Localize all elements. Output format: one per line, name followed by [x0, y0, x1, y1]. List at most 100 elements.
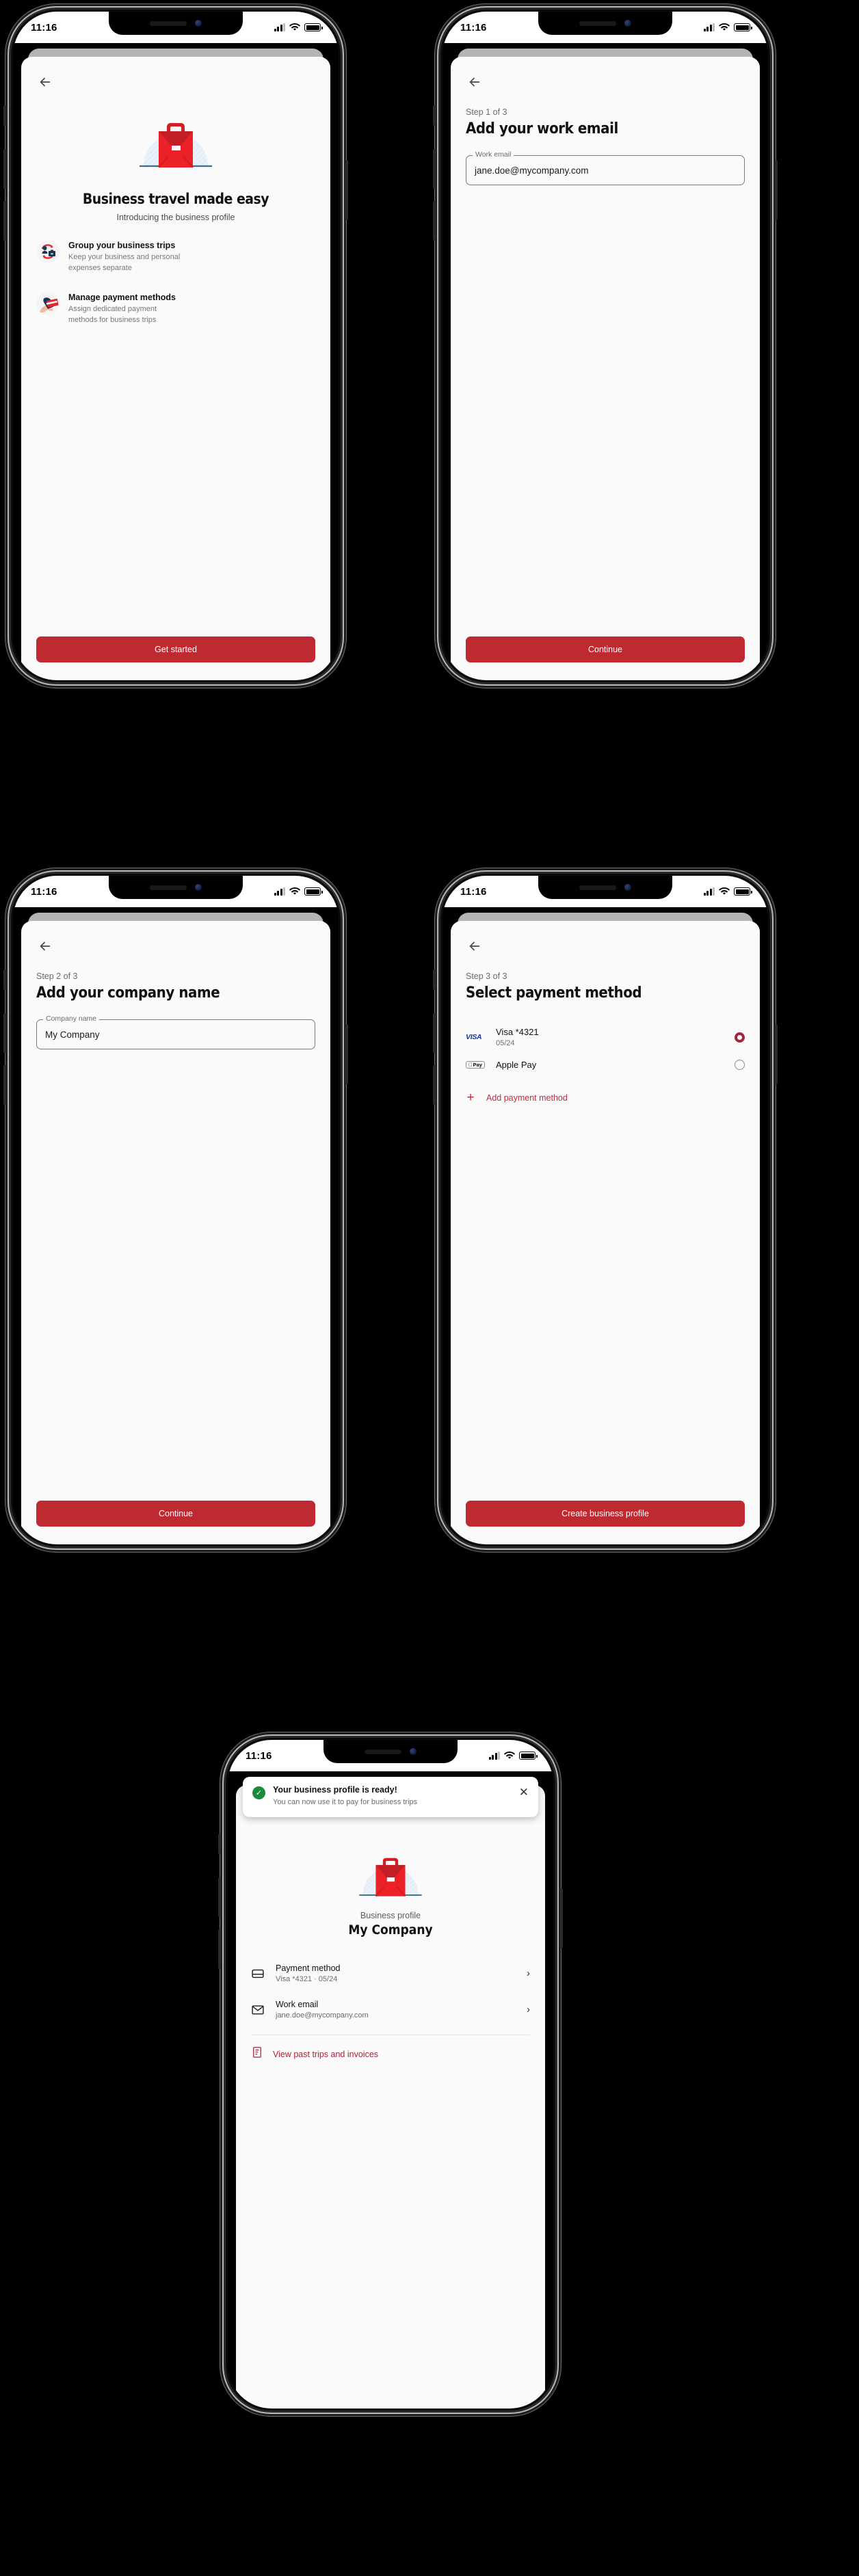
view-past-trips-link[interactable]: View past trips and invoices: [251, 2035, 530, 2062]
toast-subtitle: You can now use it to pay for business t…: [273, 1798, 418, 1806]
profile-row-text: Payment method Visa *4321 · 05/24: [276, 1963, 517, 1983]
phone-screen-step1: 11:16 Step 1 of 3 Add your work email Wo…: [442, 12, 768, 680]
step2-footer: Continue: [21, 1491, 330, 1544]
step3-body: Step 3 of 3 Select payment method VISA V…: [451, 921, 760, 1491]
success-check-icon: ✓: [252, 1786, 265, 1799]
payment-method-row-apple-pay[interactable]: Pay Apple Pay: [466, 1054, 745, 1076]
radio-apple-pay[interactable]: [735, 1060, 745, 1070]
invoice-document-icon: [251, 2046, 263, 2062]
card-stack: Step 3 of 3 Select payment method VISA V…: [442, 907, 768, 1544]
volume-down-button[interactable]: [3, 201, 6, 241]
chevron-right-icon: ›: [527, 2004, 530, 2015]
payment-method-row-visa[interactable]: VISA Visa *4321 05/24: [466, 1021, 745, 1054]
phone-frame-step2: 11:16 Step 2 of 3 Add your company name: [3, 868, 348, 1552]
get-started-button[interactable]: Get started: [36, 636, 315, 662]
intro-body: Business travel made easy Introducing th…: [21, 57, 330, 627]
earpiece-speaker: [579, 21, 616, 26]
back-arrow-icon[interactable]: [34, 70, 57, 94]
payment-method-info: Apple Pay: [496, 1060, 725, 1070]
profile-row-payment-method[interactable]: Payment method Visa *4321 · 05/24 ›: [251, 1955, 530, 1991]
volume-up-button[interactable]: [3, 1013, 6, 1053]
earpiece-speaker: [150, 21, 187, 26]
battery-icon: [734, 887, 752, 896]
mute-switch[interactable]: [3, 969, 6, 990]
phone-screen-step3: 11:16 Step 3 of 3 Select payment method: [442, 876, 768, 1544]
status-bar-time: 11:16: [246, 1749, 272, 1762]
app-card-intro: Business travel made easy Introducing th…: [21, 57, 330, 680]
volume-down-button[interactable]: [433, 201, 436, 241]
payment-method-info: Visa *4321 05/24: [496, 1027, 725, 1047]
apple-pay-logo-text: Pay: [466, 1060, 485, 1069]
create-business-profile-button[interactable]: Create business profile: [466, 1501, 745, 1527]
page-title: Add your work email: [466, 120, 618, 137]
volume-up-button[interactable]: [218, 1877, 221, 1917]
cellular-bars-icon: [703, 887, 715, 896]
status-bar: 11:16: [228, 1740, 553, 1771]
back-arrow-icon[interactable]: [463, 70, 486, 94]
step-indicator: Step 2 of 3: [36, 971, 78, 981]
payment-method-expiry: 05/24: [496, 1039, 515, 1047]
mute-switch[interactable]: [3, 105, 6, 126]
continue-button[interactable]: Continue: [466, 636, 745, 662]
work-email-input[interactable]: jane.doe@mycompany.com: [466, 155, 745, 185]
page-subtitle: Introducing the business profile: [116, 213, 235, 222]
toast-title: Your business profile is ready!: [273, 1785, 397, 1795]
cellular-bars-icon: [488, 1752, 500, 1760]
profile-kicker: Business profile: [360, 1911, 421, 1920]
notch: [538, 12, 672, 35]
radio-visa-selected[interactable]: [735, 1032, 745, 1043]
step-indicator: Step 3 of 3: [466, 971, 507, 981]
power-button[interactable]: [345, 160, 348, 220]
mute-switch[interactable]: [433, 105, 436, 126]
cellular-bars-icon: [703, 23, 715, 31]
payment-method-list: VISA Visa *4321 05/24 Pay: [466, 1021, 745, 1104]
continue-button[interactable]: Continue: [36, 1501, 315, 1527]
work-email-label: Work email: [473, 150, 514, 159]
front-camera: [195, 884, 202, 891]
success-body: Business profile My Company Payment meth…: [236, 1785, 545, 2409]
wifi-icon: [504, 1752, 515, 1759]
status-bar: 11:16: [442, 12, 768, 43]
status-bar-time: 11:16: [460, 885, 487, 898]
power-button[interactable]: [775, 1024, 778, 1084]
close-icon[interactable]: ✕: [515, 1785, 530, 1808]
phone-frame-step3: 11:16 Step 3 of 3 Select payment method: [433, 868, 778, 1552]
phone-frame-step1: 11:16 Step 1 of 3 Add your work email Wo…: [433, 4, 778, 688]
power-button[interactable]: [560, 1888, 563, 1948]
toast-text: Your business profile is ready! You can …: [273, 1785, 507, 1808]
status-bar-icons: [274, 887, 323, 896]
feature-title: Manage payment methods: [68, 292, 176, 302]
phone-mockup-stage: 11:16 Business travel made easy Introduc…: [0, 0, 859, 2576]
company-name-value: My Company: [45, 1029, 100, 1040]
profile-row-title: Work email: [276, 2000, 319, 2009]
page-title: Select payment method: [466, 984, 642, 1002]
company-name-field[interactable]: Company name My Company: [36, 1015, 315, 1049]
volume-down-button[interactable]: [433, 1065, 436, 1105]
notch: [109, 12, 243, 35]
app-card-step1: Step 1 of 3 Add your work email Work ema…: [451, 57, 760, 680]
mute-switch[interactable]: [433, 969, 436, 990]
company-name-input[interactable]: My Company: [36, 1019, 315, 1049]
volume-down-button[interactable]: [3, 1065, 6, 1105]
payment-method-name: Apple Pay: [496, 1060, 537, 1070]
feature-text: Group your business trips Keep your busi…: [68, 240, 185, 274]
step3-footer: Create business profile: [451, 1491, 760, 1544]
add-payment-method-button[interactable]: + Add payment method: [466, 1091, 745, 1104]
chevron-right-icon: ›: [527, 1968, 530, 1979]
back-arrow-icon[interactable]: [34, 935, 57, 958]
power-button[interactable]: [345, 1024, 348, 1084]
wifi-icon: [289, 887, 300, 895]
phone-screen-step2: 11:16 Step 2 of 3 Add your company name: [13, 876, 339, 1544]
back-arrow-icon[interactable]: [463, 935, 486, 958]
profile-detail-list: Payment method Visa *4321 · 05/24 › Work…: [251, 1955, 530, 2028]
volume-down-button[interactable]: [218, 1929, 221, 1969]
volume-up-button[interactable]: [3, 149, 6, 189]
profile-row-work-email[interactable]: Work email jane.doe@mycompany.com ›: [251, 1991, 530, 2028]
volume-up-button[interactable]: [433, 149, 436, 189]
status-bar-icons: [488, 1752, 538, 1760]
payment-method-name: Visa *4321: [496, 1027, 539, 1037]
mute-switch[interactable]: [218, 1834, 221, 1854]
work-email-field[interactable]: Work email jane.doe@mycompany.com: [466, 150, 745, 185]
volume-up-button[interactable]: [433, 1013, 436, 1053]
power-button[interactable]: [775, 160, 778, 220]
